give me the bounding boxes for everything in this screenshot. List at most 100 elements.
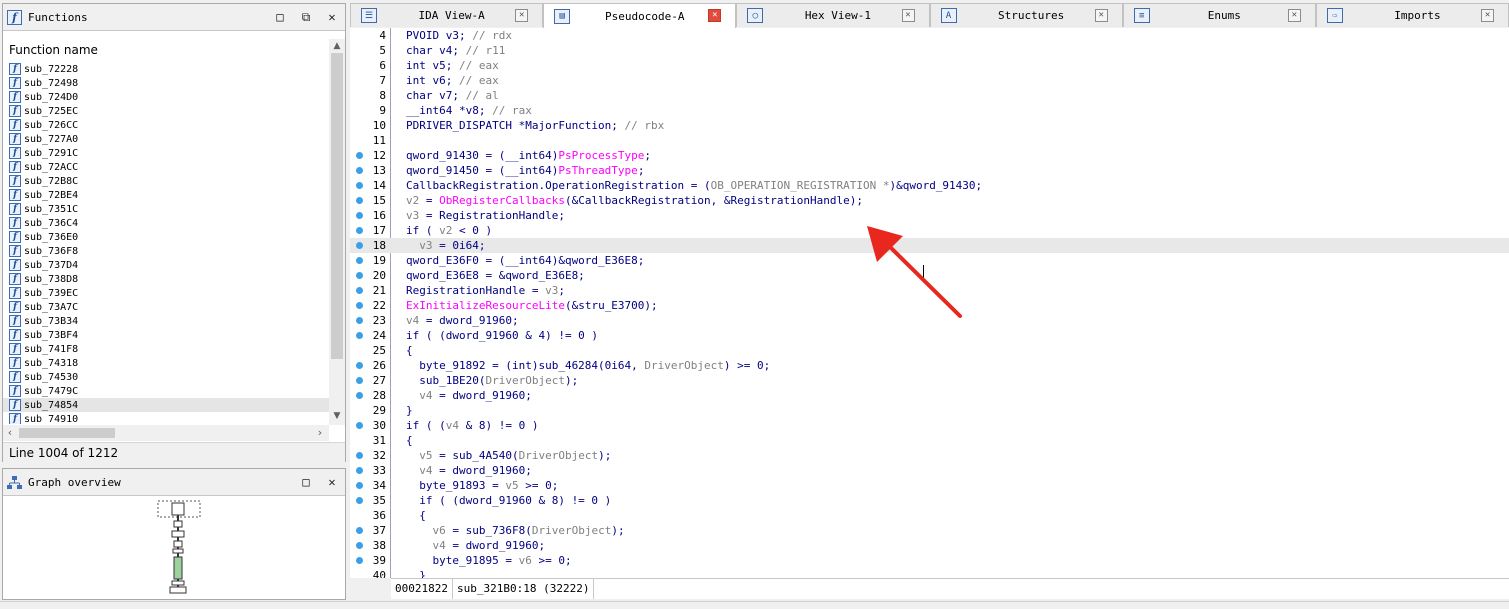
scroll-down-arrow-icon[interactable]: ▼ bbox=[329, 411, 345, 421]
tab-hex-view-1[interactable]: ◯ Hex View-1 ✕ bbox=[736, 3, 930, 27]
code-line[interactable]: 16 v3 = RegistrationHandle; bbox=[350, 208, 1509, 223]
code-line[interactable]: 24 if ( (dword_91960 & 4) != 0 ) bbox=[350, 328, 1509, 343]
breakpoint-marker-icon[interactable] bbox=[356, 482, 363, 489]
code-text[interactable]: sub_1BE20(DriverObject); bbox=[406, 373, 578, 388]
code-line[interactable]: 12 qword_91430 = (__int64)PsProcessType; bbox=[350, 148, 1509, 163]
code-text[interactable]: if ( (dword_91960 & 8) != 0 ) bbox=[406, 493, 611, 508]
code-line[interactable]: 30 if ( (v4 & 8) != 0 ) bbox=[350, 418, 1509, 433]
breakpoint-marker-icon[interactable] bbox=[356, 542, 363, 549]
tab-pseudocode-a[interactable]: ▤ Pseudocode-A ✕ bbox=[543, 3, 737, 28]
breakpoint-marker-icon[interactable] bbox=[356, 497, 363, 504]
code-line[interactable]: 36 { bbox=[350, 508, 1509, 523]
function-list-item[interactable]: f sub_73BF4 bbox=[3, 328, 329, 342]
vertical-scrollbar[interactable]: ▲ ▼ bbox=[329, 39, 345, 425]
code-line[interactable]: 28 v4 = dword_91960; bbox=[350, 388, 1509, 403]
maximize-icon[interactable]: □ bbox=[293, 475, 319, 489]
breakpoint-marker-icon[interactable] bbox=[356, 212, 363, 219]
code-text[interactable]: PVOID v3; // rdx bbox=[406, 28, 512, 43]
tab-close-icon[interactable]: ✕ bbox=[1287, 9, 1301, 22]
function-list-item[interactable]: f sub_72228 bbox=[3, 62, 329, 76]
code-line[interactable]: 38 v4 = dword_91960; bbox=[350, 538, 1509, 553]
code-text[interactable]: CallbackRegistration.OperationRegistrati… bbox=[406, 178, 982, 193]
scroll-left-arrow-icon[interactable]: ‹ bbox=[3, 425, 17, 441]
code-text[interactable]: v3 = RegistrationHandle; bbox=[406, 208, 565, 223]
function-list-item[interactable]: f sub_736E0 bbox=[3, 230, 329, 244]
function-list-item[interactable]: f sub_7291C bbox=[3, 146, 329, 160]
tab-imports[interactable]: ⇨ Imports ✕ bbox=[1315, 3, 1509, 27]
code-line[interactable]: 27 sub_1BE20(DriverObject); bbox=[350, 373, 1509, 388]
code-text[interactable]: char v7; // al bbox=[406, 88, 499, 103]
breakpoint-marker-icon[interactable] bbox=[356, 302, 363, 309]
code-line[interactable]: 34 byte_91893 = v5 >= 0; bbox=[350, 478, 1509, 493]
breakpoint-marker-icon[interactable] bbox=[356, 227, 363, 234]
breakpoint-marker-icon[interactable] bbox=[356, 167, 363, 174]
code-text[interactable]: { bbox=[406, 343, 413, 358]
code-text[interactable]: byte_91892 = (int)sub_46284(0i64, Driver… bbox=[406, 358, 770, 373]
tab-close-icon[interactable]: ✕ bbox=[515, 9, 529, 22]
tab-close-icon[interactable]: ✕ bbox=[1481, 9, 1495, 22]
code-text[interactable]: v3 = 0i64; bbox=[406, 238, 485, 253]
code-text[interactable]: qword_91450 = (__int64)PsThreadType; bbox=[406, 163, 644, 178]
tab-close-icon[interactable]: ✕ bbox=[901, 9, 915, 22]
function-list-item[interactable]: f sub_739EC bbox=[3, 286, 329, 300]
code-line[interactable]: 40 } bbox=[350, 568, 1509, 578]
function-list-item[interactable]: f sub_74530 bbox=[3, 370, 329, 384]
function-list-item[interactable]: f sub_736F8 bbox=[3, 244, 329, 258]
breakpoint-marker-icon[interactable] bbox=[356, 392, 363, 399]
code-text[interactable]: } bbox=[406, 403, 413, 418]
breakpoint-marker-icon[interactable] bbox=[356, 377, 363, 384]
function-list-item[interactable]: f sub_736C4 bbox=[3, 216, 329, 230]
function-list-item[interactable]: f sub_725EC bbox=[3, 104, 329, 118]
breakpoint-marker-icon[interactable] bbox=[356, 182, 363, 189]
function-list-item[interactable]: f sub_727A0 bbox=[3, 132, 329, 146]
horizontal-scrollbar[interactable]: ‹ › bbox=[3, 425, 329, 441]
code-text[interactable]: RegistrationHandle = v3; bbox=[406, 283, 565, 298]
scroll-right-arrow-icon[interactable]: › bbox=[313, 425, 327, 441]
breakpoint-marker-icon[interactable] bbox=[356, 317, 363, 324]
code-text[interactable]: v4 = dword_91960; bbox=[406, 538, 546, 553]
code-line[interactable]: 8 char v7; // al bbox=[350, 88, 1509, 103]
code-text[interactable]: if ( (dword_91960 & 4) != 0 ) bbox=[406, 328, 598, 343]
scroll-up-arrow-icon[interactable]: ▲ bbox=[329, 41, 345, 51]
breakpoint-marker-icon[interactable] bbox=[356, 527, 363, 534]
breakpoint-marker-icon[interactable] bbox=[356, 242, 363, 249]
code-line[interactable]: 9 __int64 *v8; // rax bbox=[350, 103, 1509, 118]
code-text[interactable]: byte_91895 = v6 >= 0; bbox=[406, 553, 571, 568]
code-line[interactable]: 11 bbox=[350, 133, 1509, 148]
code-line[interactable]: 5 char v4; // r11 bbox=[350, 43, 1509, 58]
code-line[interactable]: 37 v6 = sub_736F8(DriverObject); bbox=[350, 523, 1509, 538]
code-line[interactable]: 26 byte_91892 = (int)sub_46284(0i64, Dri… bbox=[350, 358, 1509, 373]
function-list[interactable]: f sub_72228 f sub_72498 f sub_724D0 f sub_725EC… bbox=[3, 62, 329, 424]
breakpoint-marker-icon[interactable] bbox=[356, 197, 363, 204]
function-list-item[interactable]: f sub_72498 bbox=[3, 76, 329, 90]
code-line[interactable]: 33 v4 = dword_91960; bbox=[350, 463, 1509, 478]
breakpoint-marker-icon[interactable] bbox=[356, 422, 363, 429]
code-text[interactable]: int v5; // eax bbox=[406, 58, 499, 73]
function-list-item[interactable]: f sub_72ACC bbox=[3, 160, 329, 174]
code-line[interactable]: 35 if ( (dword_91960 & 8) != 0 ) bbox=[350, 493, 1509, 508]
breakpoint-marker-icon[interactable] bbox=[356, 287, 363, 294]
function-list-item[interactable]: f sub_7351C bbox=[3, 202, 329, 216]
code-text[interactable]: qword_E36E8 = &qword_E36E8; bbox=[406, 268, 585, 283]
tab-structures[interactable]: A Structures ✕ bbox=[929, 3, 1123, 27]
code-text[interactable]: } bbox=[406, 568, 426, 578]
breakpoint-marker-icon[interactable] bbox=[356, 272, 363, 279]
code-text[interactable]: v6 = sub_736F8(DriverObject); bbox=[406, 523, 625, 538]
graph-overview-canvas[interactable] bbox=[3, 497, 345, 599]
breakpoint-marker-icon[interactable] bbox=[356, 452, 363, 459]
code-text[interactable]: v4 = dword_91960; bbox=[406, 388, 532, 403]
breakpoint-marker-icon[interactable] bbox=[356, 467, 363, 474]
code-text[interactable]: int v6; // eax bbox=[406, 73, 499, 88]
function-list-item[interactable]: f sub_72BE4 bbox=[3, 188, 329, 202]
code-text[interactable]: __int64 *v8; // rax bbox=[406, 103, 532, 118]
tab-close-icon[interactable]: ✕ bbox=[708, 9, 722, 22]
code-line[interactable]: 4 PVOID v3; // rdx bbox=[350, 28, 1509, 43]
code-text[interactable]: v2 = ObRegisterCallbacks(&CallbackRegist… bbox=[406, 193, 863, 208]
function-list-item[interactable]: f sub_7479C bbox=[3, 384, 329, 398]
code-line[interactable]: 25 { bbox=[350, 343, 1509, 358]
function-list-item[interactable]: f sub_726CC bbox=[3, 118, 329, 132]
code-line[interactable]: 29} bbox=[350, 403, 1509, 418]
function-list-item[interactable]: f sub_724D0 bbox=[3, 90, 329, 104]
code-line[interactable]: 10 PDRIVER_DISPATCH *MajorFunction; // rb… bbox=[350, 118, 1509, 133]
code-line[interactable]: 31 { bbox=[350, 433, 1509, 448]
